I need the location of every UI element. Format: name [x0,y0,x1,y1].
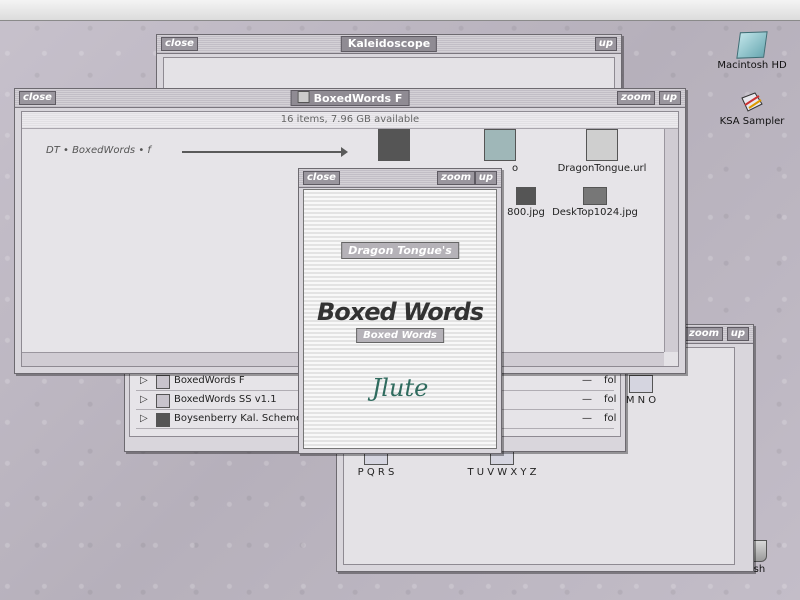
close-button[interactable]: close [303,171,340,185]
boxed-words-label: Boxed Words [356,328,444,343]
row-size: — [582,413,592,424]
menu-bar [0,0,800,21]
zoom-button[interactable]: zoom [437,171,475,185]
row-kind: fol [604,375,617,386]
desktop-icon-macintosh-hd[interactable]: Macintosh HD [712,28,792,71]
path-label: DT • BoxedWords • f [46,145,151,156]
document-icon [739,90,765,114]
collapse-button[interactable]: up [474,171,497,185]
folder-proxy-icon[interactable] [297,91,310,103]
file-label: DragonTongue.url [557,163,647,174]
file-label: DeskTop1024.jpg [552,207,638,218]
url-icon [586,129,618,161]
folder-label: M N O [625,395,657,406]
boxed-words-title: Boxed Words [316,298,484,326]
window-info-bar: 16 items, 7.96 GB available [22,112,678,129]
folder-icon [156,394,170,408]
folder-icon [156,375,170,389]
folder-icon [629,375,653,393]
window-content [163,57,615,89]
scheme-icon [156,413,170,427]
kaleidoscope-window[interactable]: close Kaleidoscope up [156,34,622,96]
row-kind: fol [604,394,617,405]
desktop-icon-label: KSA Sampler [719,116,785,127]
title-bar[interactable]: close Kaleidoscope up [157,35,621,54]
title-bar[interactable]: close zoom up [299,169,501,188]
application-icon [484,129,516,161]
file-item[interactable]: DragonTongue.url [552,129,652,174]
file-item[interactable] [378,129,410,163]
desktop-icon-label: Macintosh HD [717,60,787,71]
window-title-text: BoxedWords F [313,92,403,105]
dragon-tongue-label: Dragon Tongue's [341,242,459,259]
zoom-button[interactable]: zoom [617,91,655,105]
row-size: — [582,394,592,405]
zoom-button[interactable]: zoom [685,327,723,341]
window-title: BoxedWords F [290,90,410,106]
hard-disk-icon [736,31,768,59]
image-file-icon [583,187,607,205]
folder-label: P Q R S [357,467,395,478]
vertical-scrollbar[interactable] [664,129,678,352]
row-name: BoxedWords F [174,375,245,386]
file-item[interactable]: o [480,129,520,174]
file-item[interactable]: 800.jpg [496,187,556,218]
row-size: — [582,375,592,386]
window-title: Kaleidoscope [340,36,438,52]
file-item[interactable]: DeskTop1024.jpg [550,187,640,218]
disclosure-triangle-icon[interactable]: ▷ [140,410,148,428]
about-window[interactable]: close zoom up Dragon Tongue's Boxed Word… [298,168,502,454]
desktop-icon-ksa-sampler[interactable]: KSA Sampler [712,90,792,127]
arrow-line [182,147,348,157]
disclosure-triangle-icon[interactable]: ▷ [140,372,148,390]
about-content: Dragon Tongue's Boxed Words Boxed Words … [303,189,497,449]
close-button[interactable]: close [161,37,198,51]
row-kind: fol [604,413,617,424]
file-label: o [512,163,519,174]
collapse-button[interactable]: up [594,37,617,51]
disclosure-triangle-icon[interactable]: ▷ [140,391,148,409]
row-name: Boysenberry Kal. Scheme [174,413,303,424]
signature: Jlute [371,374,429,402]
row-name: BoxedWords SS v1.1 [174,394,277,405]
folder-mno[interactable]: M N O [623,375,659,406]
folder-label: T U V W X Y Z [467,467,537,478]
file-label: 800.jpg [507,207,545,218]
collapse-button[interactable]: up [726,327,749,341]
title-bar[interactable]: close BoxedWords F zoom up [15,89,685,108]
collapse-button[interactable]: up [658,91,681,105]
image-file-icon [516,187,536,205]
application-icon [378,129,410,161]
close-button[interactable]: close [19,91,56,105]
